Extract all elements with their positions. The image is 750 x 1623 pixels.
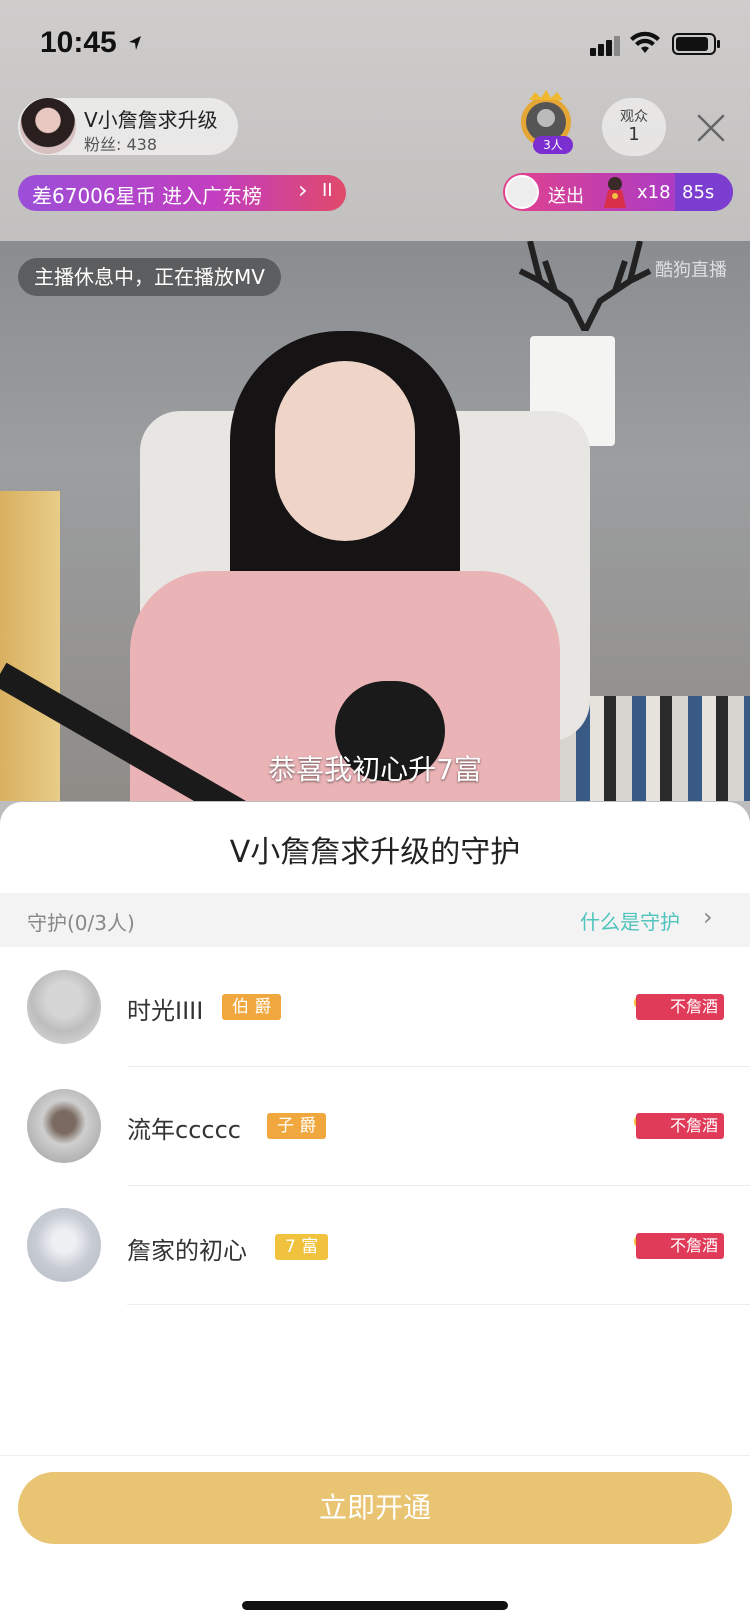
- wifi-icon: [630, 31, 660, 53]
- row-divider: [127, 1185, 750, 1186]
- gift-sender-avatar: [505, 175, 539, 209]
- guard-avatar[interactable]: [27, 970, 101, 1044]
- guard-header-label: 守护(0/3人): [27, 911, 135, 935]
- row-divider: [127, 1066, 750, 1067]
- battery-icon: [672, 33, 720, 55]
- open-guard-button[interactable]: 立即开通: [18, 1472, 732, 1544]
- video-face: [275, 361, 415, 541]
- guard-name: 詹家的初心: [127, 1237, 247, 1265]
- guard-count-badge: 3人: [533, 136, 573, 154]
- video-subtitle: 恭喜我初心升7富: [268, 753, 482, 786]
- gift-timer: 85s: [682, 182, 715, 203]
- host-avatar[interactable]: [20, 98, 76, 154]
- guard-name: 时光IIII: [127, 997, 204, 1025]
- pause-icon[interactable]: II: [322, 180, 333, 201]
- viewer-label: 观众: [620, 109, 648, 125]
- home-indicator: [242, 1601, 508, 1610]
- row-divider: [127, 1304, 750, 1305]
- gift-multiplier: x18: [637, 182, 671, 203]
- status-time: 10:45: [40, 26, 117, 59]
- fan-club-tag: 不詹酒: [636, 1113, 724, 1139]
- location-arrow-icon: [129, 36, 141, 50]
- chevron-right-icon[interactable]: ›: [703, 903, 713, 931]
- close-icon[interactable]: [695, 112, 727, 144]
- host-fans-count: 粉丝: 438: [84, 135, 158, 154]
- rank-badge: 伯 爵: [222, 994, 282, 1020]
- video-stream[interactable]: [0, 241, 750, 801]
- fan-club-tag: 不詹酒: [636, 994, 724, 1020]
- rank-badge: 子 爵: [267, 1113, 327, 1139]
- host-name: V小詹詹求升级: [84, 108, 218, 132]
- video-notice: 主播休息中，正在播放MV: [18, 258, 281, 296]
- fan-club-tag: 不詹酒: [636, 1233, 724, 1259]
- gift-icon: [604, 177, 626, 208]
- guard-help-link[interactable]: 什么是守护: [580, 906, 680, 935]
- video-watermark: 酷狗直播: [655, 260, 727, 281]
- guard-avatar[interactable]: [27, 1089, 101, 1163]
- gift-send-label: 送出: [548, 186, 584, 207]
- chevron-right-icon: ›: [298, 176, 308, 204]
- footer-divider: [0, 1455, 750, 1456]
- guard-avatar[interactable]: [27, 1208, 101, 1282]
- sheet-title: V小詹詹求升级的守护: [229, 835, 521, 870]
- signal-icon: [590, 36, 620, 56]
- rank-banner-text: 差67006星币 进入广东榜: [32, 184, 262, 208]
- guard-name: 流年ccccc: [127, 1116, 241, 1144]
- viewer-count: 1: [628, 124, 640, 145]
- rank-badge: 7 富: [275, 1234, 329, 1260]
- status-bar: 10:45: [0, 0, 750, 90]
- video-antler-decor: [518, 241, 652, 331]
